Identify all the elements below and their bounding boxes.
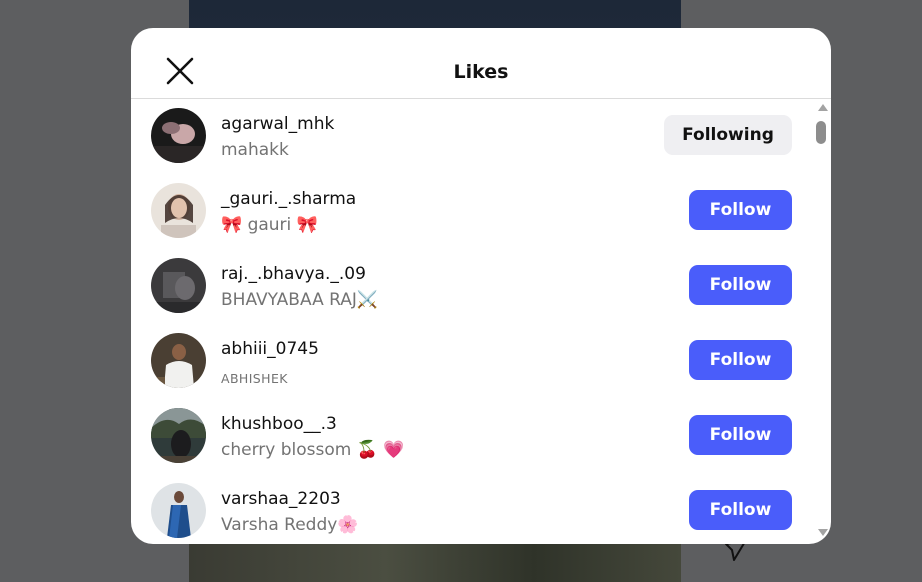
avatar[interactable]: [151, 108, 206, 163]
likes-list: agarwal_mhk mahakk Following _gauri._.sh…: [131, 99, 815, 544]
modal-header: Likes: [131, 28, 831, 99]
full-name: mahakk: [221, 140, 289, 160]
following-button[interactable]: Following: [664, 115, 792, 155]
list-item: _gauri._.sharma 🎀 gauri 🎀 Follow: [131, 174, 815, 249]
scroll-down-arrow-icon[interactable]: [818, 529, 828, 536]
full-name: BHAVYABAA RAJ⚔️: [221, 290, 379, 310]
username[interactable]: varshaa_2203: [221, 489, 341, 509]
scrollbar[interactable]: [815, 99, 831, 544]
follow-button[interactable]: Follow: [689, 340, 792, 380]
modal-title: Likes: [453, 61, 509, 83]
list-item: abhiii_0745 ABHISHEK Follow: [131, 324, 815, 399]
avatar[interactable]: [151, 258, 206, 313]
username[interactable]: raj._.bhavya._.09: [221, 264, 366, 284]
avatar[interactable]: [151, 333, 206, 388]
scroll-up-arrow-icon[interactable]: [818, 104, 828, 111]
follow-button[interactable]: Follow: [689, 265, 792, 305]
follow-button[interactable]: Follow: [689, 490, 792, 530]
scroll-thumb[interactable]: [816, 121, 826, 144]
list-item: raj._.bhavya._.09 BHAVYABAA RAJ⚔️ Follow: [131, 249, 815, 324]
list-item: agarwal_mhk mahakk Following: [131, 99, 815, 174]
full-name: cherry blossom 🍒 💗: [221, 440, 405, 460]
list-item: khushboo__.3 cherry blossom 🍒 💗 Follow: [131, 399, 815, 474]
follow-button[interactable]: Follow: [689, 190, 792, 230]
username[interactable]: _gauri._.sharma: [221, 189, 356, 209]
list-item: varshaa_2203 Varsha Reddy🌸 Follow: [131, 474, 815, 544]
avatar[interactable]: [151, 483, 206, 538]
username[interactable]: abhiii_0745: [221, 339, 319, 359]
full-name: ABHISHEK: [221, 371, 288, 386]
avatar[interactable]: [151, 183, 206, 238]
username[interactable]: agarwal_mhk: [221, 114, 334, 134]
username[interactable]: khushboo__.3: [221, 414, 337, 434]
likes-modal: Likes agarwal_mhk mahakk Following _gaur…: [131, 28, 831, 544]
follow-button[interactable]: Follow: [689, 415, 792, 455]
full-name: 🎀 gauri 🎀: [221, 215, 318, 235]
full-name: Varsha Reddy🌸: [221, 515, 359, 535]
avatar[interactable]: [151, 408, 206, 463]
background-post-footer: [189, 540, 681, 582]
